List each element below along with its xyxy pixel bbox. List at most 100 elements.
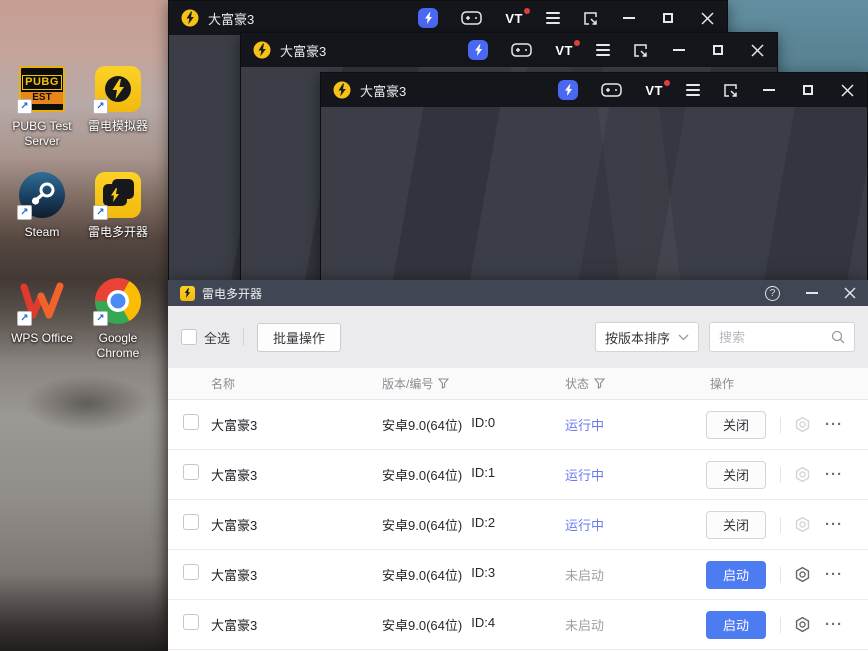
action-button[interactable]: 关闭 — [706, 410, 766, 439]
desktop: PUBG EST ↗ PUBG Test Server ↗ 雷电模拟器 ↗ St… — [0, 0, 868, 651]
filter-icon[interactable] — [594, 378, 606, 389]
boost-icon[interactable] — [558, 80, 579, 100]
settings-gear-icon[interactable] — [794, 566, 811, 583]
table-header: 名称 版本/编号 状态 操作 — [168, 368, 868, 400]
desktop-icon-ld-multiplayer[interactable]: ↗ 雷电多开器 — [80, 172, 156, 240]
desktop-icon-wps-office[interactable]: ↗ WPS Office — [4, 278, 80, 346]
instance-name: 大富豪3 — [211, 568, 258, 583]
instance-id: ID:0 — [471, 415, 496, 430]
sort-dropdown[interactable]: 按版本排序 — [595, 322, 699, 352]
status-badge: 运行中 — [565, 468, 605, 483]
action-button[interactable]: 关闭 — [706, 460, 766, 489]
menu-icon[interactable] — [546, 12, 560, 24]
more-options-icon[interactable]: ··· — [825, 567, 843, 582]
desktop-icon-ldplayer[interactable]: ↗ 雷电模拟器 — [80, 66, 156, 134]
instance-row: 大富豪3 安卓9.0(64位) ID:0 运行中 关闭 ··· — [168, 400, 868, 450]
settings-gear-icon[interactable] — [794, 616, 811, 633]
icon-label: WPS Office — [11, 331, 73, 345]
action-button[interactable]: 启动 — [706, 560, 766, 589]
vt-button[interactable]: VT — [505, 7, 530, 26]
action-button[interactable]: 启动 — [706, 610, 766, 639]
shortcut-arrow-icon: ↗ — [93, 205, 108, 220]
shortcut-arrow-icon: ↗ — [17, 205, 32, 220]
shortcut-arrow-icon: ↗ — [17, 99, 32, 114]
maximize-button[interactable] — [660, 10, 676, 26]
boost-icon[interactable] — [468, 40, 489, 60]
gamepad-icon[interactable] — [461, 10, 483, 26]
ldplayer-logo-icon — [253, 41, 271, 59]
maximize-button[interactable] — [800, 82, 816, 98]
instance-name: 大富豪3 — [211, 518, 258, 533]
select-all-checkbox[interactable] — [181, 329, 197, 345]
help-icon[interactable]: ? — [765, 285, 780, 301]
settings-gear-icon[interactable] — [794, 466, 811, 483]
divider — [780, 616, 781, 633]
settings-gear-icon[interactable] — [794, 416, 811, 433]
search-input[interactable] — [719, 329, 831, 345]
row-checkbox[interactable] — [183, 514, 199, 530]
window-title: 大富豪3 — [208, 11, 255, 27]
titlebar[interactable]: 大富豪3 VT — [241, 33, 777, 67]
settings-gear-icon[interactable] — [794, 516, 811, 533]
gamepad-icon[interactable] — [601, 82, 623, 98]
menu-icon[interactable] — [596, 44, 610, 56]
titlebar[interactable]: 雷电多开器 ? — [168, 280, 868, 306]
shortcut-arrow-icon: ↗ — [93, 99, 108, 114]
pubg-icon-text: PUBG — [22, 74, 62, 90]
desktop-icon-google-chrome[interactable]: ↗ Google Chrome — [80, 278, 156, 361]
batch-actions-button[interactable]: 批量操作 — [257, 322, 342, 352]
more-options-icon[interactable]: ··· — [825, 417, 843, 432]
toolbar: 全选 批量操作 按版本排序 — [168, 306, 868, 368]
instance-name: 大富豪3 — [211, 618, 258, 633]
close-button[interactable] — [844, 287, 856, 299]
gamepad-icon[interactable] — [511, 42, 533, 58]
row-checkbox[interactable] — [183, 414, 199, 430]
divider — [780, 566, 781, 583]
desktop-icon-pubg-test-server[interactable]: PUBG EST ↗ PUBG Test Server — [4, 66, 80, 149]
boost-icon[interactable] — [418, 8, 439, 28]
row-checkbox[interactable] — [183, 614, 199, 630]
action-button[interactable]: 关闭 — [706, 510, 766, 539]
close-button[interactable] — [839, 82, 855, 98]
instance-version: 安卓9.0(64位) — [382, 568, 463, 583]
minimize-button[interactable] — [761, 82, 777, 98]
vt-button[interactable]: VT — [555, 39, 580, 58]
close-button[interactable] — [699, 10, 715, 26]
multi-instance-icon[interactable] — [633, 43, 648, 58]
multi-instance-icon[interactable] — [723, 83, 738, 98]
instance-id: ID:1 — [471, 465, 496, 480]
icon-label: Steam — [24, 225, 60, 239]
header-version: 版本/编号 — [382, 375, 565, 392]
more-options-icon[interactable]: ··· — [825, 467, 843, 482]
titlebar[interactable]: 大富豪3 VT — [321, 73, 867, 107]
divider — [780, 466, 781, 483]
instance-name: 大富豪3 — [211, 418, 258, 433]
minimize-button[interactable] — [671, 42, 687, 58]
ld-multiplayer-app-icon — [180, 285, 195, 301]
status-badge: 未启动 — [565, 618, 605, 633]
icon-label: PUBG Test Server — [12, 119, 72, 148]
instance-version: 安卓9.0(64位) — [382, 468, 463, 483]
window-title: 雷电多开器 — [202, 286, 263, 301]
maximize-button[interactable] — [710, 42, 726, 58]
more-options-icon[interactable]: ··· — [825, 517, 843, 532]
header-actions: 操作 — [710, 377, 735, 391]
minimize-button[interactable] — [806, 292, 818, 294]
close-button[interactable] — [749, 42, 765, 58]
row-checkbox[interactable] — [183, 564, 199, 580]
filter-icon[interactable] — [438, 378, 450, 389]
instance-id: ID:2 — [471, 515, 496, 530]
minimize-button[interactable] — [621, 10, 637, 26]
titlebar[interactable]: 大富豪3 VT — [169, 1, 727, 35]
menu-icon[interactable] — [686, 84, 700, 96]
chevron-down-icon — [678, 334, 689, 340]
divider — [780, 416, 781, 433]
instance-row: 大富豪3 安卓9.0(64位) ID:3 未启动 启动 ··· — [168, 550, 868, 600]
multi-instance-icon[interactable] — [583, 11, 598, 26]
ldplayer-logo-icon — [181, 9, 199, 27]
instance-row: 大富豪3 安卓9.0(64位) ID:4 未启动 启动 ··· — [168, 600, 868, 650]
desktop-icon-steam[interactable]: ↗ Steam — [4, 172, 80, 240]
row-checkbox[interactable] — [183, 464, 199, 480]
more-options-icon[interactable]: ··· — [825, 617, 843, 632]
vt-button[interactable]: VT — [645, 79, 670, 98]
